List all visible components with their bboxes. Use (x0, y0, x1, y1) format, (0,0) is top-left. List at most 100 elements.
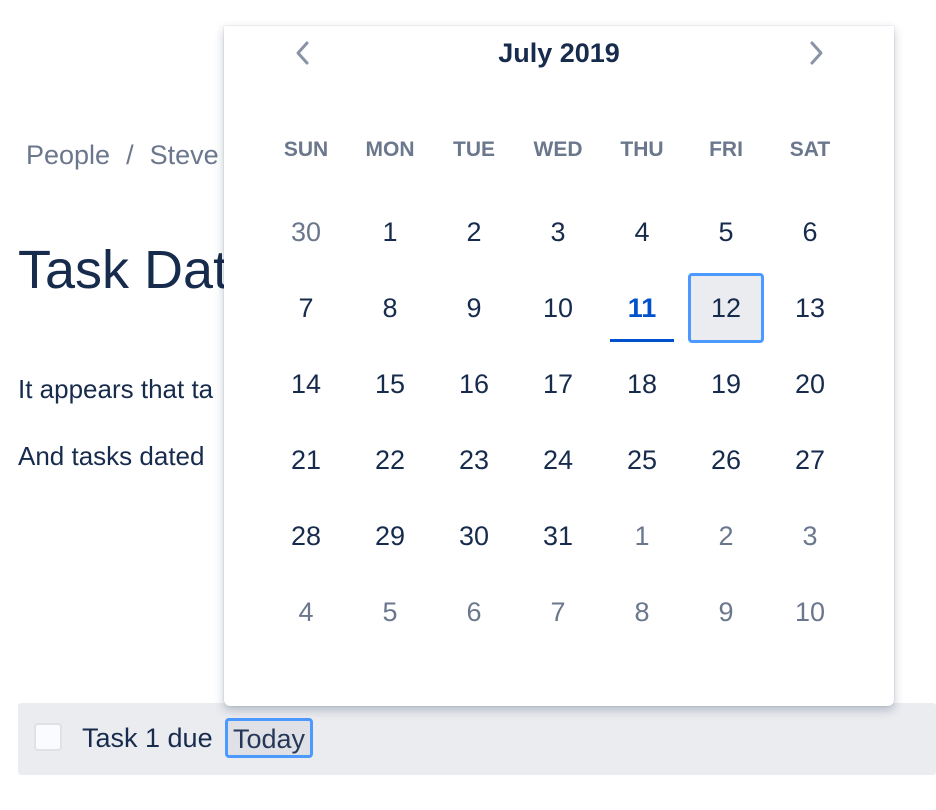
calendar-day-label: 2 (466, 216, 482, 247)
calendar-day-label: 18 (626, 368, 658, 399)
calendar-day-label: 17 (542, 368, 574, 399)
breadcrumb-item-steve[interactable]: Steve (150, 140, 219, 170)
calendar-day[interactable]: 20 (768, 346, 852, 422)
calendar-day[interactable]: 14 (264, 346, 348, 422)
calendar-day[interactable]: 8 (348, 270, 432, 346)
calendar-day[interactable]: 29 (348, 498, 432, 574)
calendar-day-today[interactable]: 11 (600, 270, 684, 346)
calendar-day-label: 4 (298, 596, 314, 627)
calendar-day[interactable]: 3 (516, 194, 600, 270)
calendar-day-label: 10 (542, 292, 574, 323)
calendar-day[interactable]: 7 (264, 270, 348, 346)
calendar-day-label: 13 (794, 292, 826, 323)
calendar-day[interactable]: 9 (684, 574, 768, 650)
prev-month-button[interactable] (286, 38, 320, 72)
calendar-day-label: 3 (550, 216, 566, 247)
breadcrumb-item-people[interactable]: People (26, 140, 110, 170)
weekday-label: SAT (789, 138, 831, 161)
task-label: Task 1 due (82, 723, 213, 753)
weekday-label: FRI (709, 138, 743, 161)
calendar-day[interactable]: 10 (516, 270, 600, 346)
calendar-day-label: 8 (634, 596, 650, 627)
calendar-day-label: 21 (290, 444, 322, 475)
calendar-day-label: 12 (710, 292, 742, 323)
calendar-day[interactable]: 1 (600, 498, 684, 574)
calendar-day[interactable]: 5 (684, 194, 768, 270)
calendar-day[interactable]: 7 (516, 574, 600, 650)
calendar-day-label: 31 (542, 520, 574, 551)
calendar-day[interactable]: 10 (768, 574, 852, 650)
calendar-day-label: 1 (634, 520, 650, 551)
calendar-day[interactable]: 18 (600, 346, 684, 422)
calendar-day-label: 4 (634, 216, 650, 247)
calendar-day[interactable]: 19 (684, 346, 768, 422)
calendar-day[interactable]: 25 (600, 422, 684, 498)
calendar-day[interactable]: 5 (348, 574, 432, 650)
calendar-day-label: 7 (550, 596, 566, 627)
calendar-day[interactable]: 6 (768, 194, 852, 270)
calendar-day[interactable]: 2 (684, 498, 768, 574)
calendar-day[interactable]: 26 (684, 422, 768, 498)
calendar-week-row: 28 29 30 31 1 2 3 (264, 498, 852, 574)
calendar-day[interactable]: 4 (600, 194, 684, 270)
calendar-day[interactable]: 28 (264, 498, 348, 574)
calendar-week-row: 14 15 16 17 18 19 20 (264, 346, 852, 422)
calendar-day-label: 9 (466, 292, 482, 323)
calendar-day-label: 27 (794, 444, 826, 475)
calendar-day-label: 9 (718, 596, 734, 627)
calendar-day-label: 28 (290, 520, 322, 551)
calendar-day-label: 7 (298, 292, 314, 323)
calendar-day-label: 29 (374, 520, 406, 551)
task-checkbox[interactable] (34, 723, 62, 751)
weekday-label: THU (620, 138, 664, 161)
calendar-day-label: 22 (374, 444, 406, 475)
calendar-day[interactable]: 31 (516, 498, 600, 574)
calendar-day[interactable]: 1 (348, 194, 432, 270)
calendar-day[interactable]: 21 (264, 422, 348, 498)
calendar-day[interactable]: 22 (348, 422, 432, 498)
page-title: Task Dat (18, 240, 229, 300)
calendar-day[interactable]: 2 (432, 194, 516, 270)
calendar-day-label: 14 (290, 368, 322, 399)
calendar-day[interactable]: 23 (432, 422, 516, 498)
calendar-week-row: 30 1 2 3 4 5 6 (264, 194, 852, 270)
calendar-day[interactable]: 8 (600, 574, 684, 650)
calendar-day-selected[interactable]: 12 (684, 270, 768, 346)
calendar-day[interactable]: 13 (768, 270, 852, 346)
calendar-day-label: 11 (627, 292, 657, 323)
calendar-day[interactable]: 15 (348, 346, 432, 422)
next-month-button[interactable] (799, 38, 833, 72)
date-picker-calendar: July 2019 SUN MON TUE WED THU FRI SAT 30… (224, 26, 894, 706)
calendar-day[interactable]: 4 (264, 574, 348, 650)
calendar-day-label: 5 (382, 596, 398, 627)
breadcrumb-separator: / (126, 140, 134, 170)
calendar-day-label: 16 (458, 368, 490, 399)
calendar-month-title: July 2019 (498, 38, 620, 68)
calendar-day-label: 2 (718, 520, 734, 551)
calendar-day[interactable]: 3 (768, 498, 852, 574)
weekday-header: SUN MON TUE WED THU FRI SAT (264, 138, 852, 162)
calendar-day-label: 26 (710, 444, 742, 475)
calendar-day[interactable]: 30 (264, 194, 348, 270)
calendar-day[interactable]: 17 (516, 346, 600, 422)
calendar-day-label: 6 (466, 596, 482, 627)
task-date-lozenge[interactable]: Today (225, 718, 314, 758)
calendar-day-label: 6 (802, 216, 818, 247)
calendar-day-label: 19 (710, 368, 742, 399)
weekday-label: SUN (283, 138, 329, 161)
calendar-week-row: 21 22 23 24 25 26 27 (264, 422, 852, 498)
calendar-day[interactable]: 30 (432, 498, 516, 574)
calendar-day-label: 8 (382, 292, 398, 323)
calendar-day[interactable]: 9 (432, 270, 516, 346)
calendar-day-label: 5 (718, 216, 734, 247)
calendar-day[interactable]: 16 (432, 346, 516, 422)
calendar-day[interactable]: 24 (516, 422, 600, 498)
weekday-label: MON (365, 138, 415, 161)
calendar-day-label: 10 (794, 596, 826, 627)
calendar-week-row: 7 8 9 10 11 12 13 (264, 270, 852, 346)
calendar-day[interactable]: 27 (768, 422, 852, 498)
calendar-day-label: 3 (802, 520, 818, 551)
calendar-day[interactable]: 6 (432, 574, 516, 650)
calendar-day-label: 20 (794, 368, 826, 399)
calendar-day-label: 30 (290, 216, 322, 247)
